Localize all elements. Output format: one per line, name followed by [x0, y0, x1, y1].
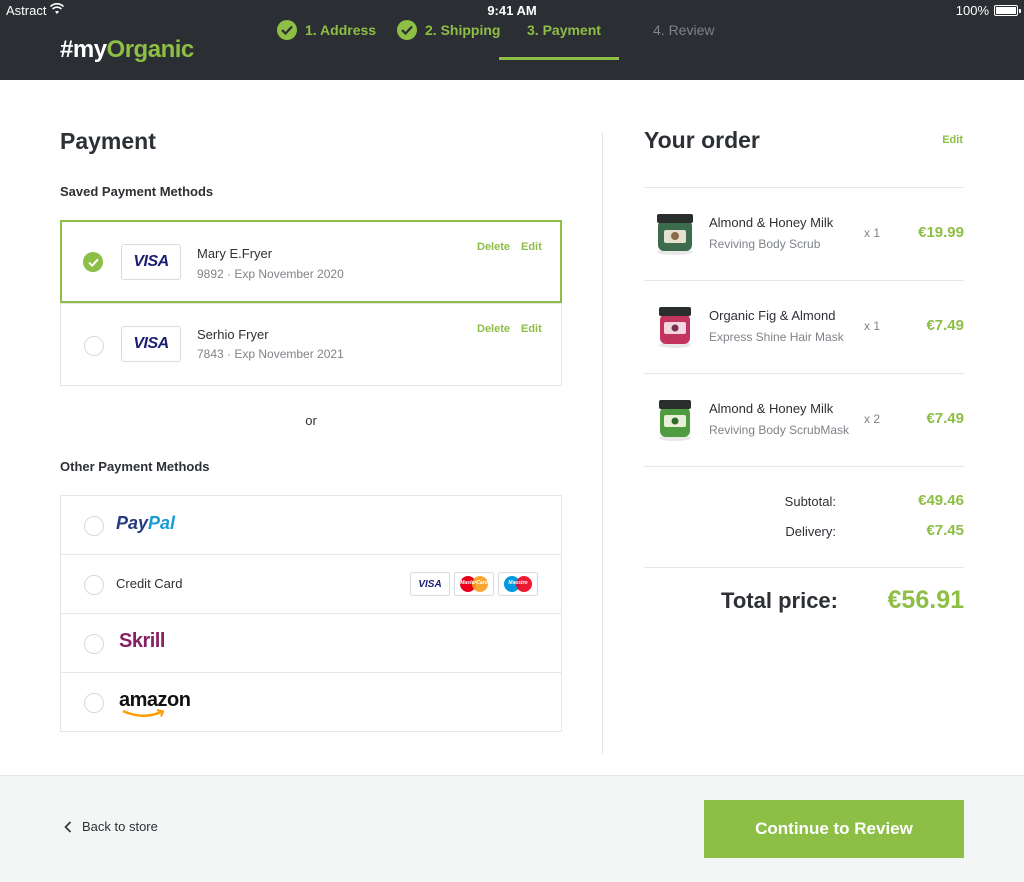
- product-jar-icon: [657, 214, 693, 255]
- method-amazon[interactable]: amazon: [61, 673, 561, 732]
- footer-bar: Back to store Continue to Review: [0, 775, 1024, 882]
- order-divider: [644, 567, 964, 568]
- edit-order-link[interactable]: Edit: [942, 134, 963, 146]
- item-description: Reviving Body ScrubMask: [709, 423, 850, 437]
- logo-accent: Organic: [106, 36, 195, 63]
- step-label: 4. Review: [653, 22, 715, 38]
- card-detail: 9892 · Exp November 2020: [197, 267, 344, 281]
- battery-percent: 100%: [955, 3, 989, 18]
- method-skrill[interactable]: Skrill: [61, 614, 561, 673]
- other-methods-list: PayPal Credit Card VISA MasterCard Maest…: [60, 495, 562, 732]
- active-step-indicator: [499, 57, 619, 60]
- card-holder-name: Mary E.Fryer: [197, 246, 273, 261]
- paypal-logo-part: Pay: [116, 513, 149, 533]
- item-name: Almond & Honey Milk: [709, 215, 834, 230]
- radio-checked[interactable]: [83, 252, 103, 272]
- radio-unchecked[interactable]: [84, 634, 104, 654]
- order-item: Almond & Honey Milk Reviving Body Scrub …: [644, 188, 964, 280]
- clock: 9:41 AM: [487, 3, 537, 18]
- order-title: Your order: [644, 127, 760, 153]
- visa-logo: VISA: [121, 326, 181, 362]
- total-price-label: Total price:: [721, 588, 838, 613]
- radio-unchecked[interactable]: [84, 693, 104, 713]
- top-bar: Astract 9:41 AM 100% #myOrganic 1. Addre…: [0, 0, 1024, 80]
- item-price: €7.49: [926, 317, 964, 334]
- column-divider: [602, 132, 603, 754]
- skrill-logo: Skrill: [119, 630, 165, 652]
- step-address[interactable]: 1. Address: [277, 20, 376, 40]
- item-name: Organic Fig & Almond: [709, 308, 836, 323]
- check-icon: [277, 20, 297, 40]
- visa-logo: VISA: [410, 572, 450, 596]
- saved-card-row[interactable]: VISA Serhio Fryer 7843 · Exp November 20…: [60, 303, 562, 386]
- logo-prefix: #my: [60, 36, 107, 63]
- card-detail: 7843 · Exp November 2021: [197, 347, 344, 361]
- check-icon: [397, 20, 417, 40]
- item-quantity: x 1: [864, 226, 881, 240]
- step-label: 2. Shipping: [425, 22, 501, 38]
- step-shipping[interactable]: 2. Shipping: [397, 20, 500, 40]
- or-separator: or: [305, 413, 317, 428]
- step-review[interactable]: 4. Review: [653, 20, 714, 40]
- method-credit-card[interactable]: Credit Card VISA MasterCard Maestro: [61, 555, 561, 614]
- check-icon: [87, 258, 99, 267]
- back-to-store-link[interactable]: Back to store: [64, 819, 158, 834]
- paypal-logo: PayPal: [116, 513, 175, 534]
- other-methods-heading: Other Payment Methods: [60, 459, 210, 474]
- delete-card-link[interactable]: Delete: [477, 241, 510, 253]
- order-divider: [644, 466, 964, 467]
- continue-to-review-button[interactable]: Continue to Review: [704, 800, 964, 858]
- radio-unchecked[interactable]: [84, 336, 104, 356]
- product-jar-icon: [659, 307, 691, 348]
- step-label: 3. Payment: [527, 22, 601, 38]
- maestro-logo: Maestro: [498, 572, 538, 596]
- item-quantity: x 2: [864, 412, 881, 426]
- order-item: Organic Fig & Almond Express Shine Hair …: [644, 281, 964, 373]
- logo[interactable]: #myOrganic: [60, 36, 194, 64]
- saved-methods-heading: Saved Payment Methods: [60, 184, 214, 199]
- mastercard-logo-text: MasterCard: [460, 580, 488, 586]
- chevron-left-icon: [64, 820, 72, 833]
- item-quantity: x 1: [864, 319, 881, 333]
- payment-title: Payment: [60, 128, 156, 154]
- maestro-logo-text: Maestro: [508, 580, 528, 586]
- delivery-label: Delivery:: [785, 524, 836, 539]
- subtotal-value: €49.46: [918, 492, 964, 509]
- delivery-value: €7.45: [926, 522, 964, 539]
- paypal-logo-part: Pal: [148, 513, 176, 533]
- item-description: Reviving Body Scrub: [709, 237, 821, 251]
- step-label: 1. Address: [305, 22, 377, 38]
- item-description: Express Shine Hair Mask: [709, 330, 844, 344]
- item-price: €7.49: [926, 410, 964, 427]
- status-bar: Astract 9:41 AM 100%: [0, 0, 1024, 20]
- card-holder-name: Serhio Fryer: [197, 327, 269, 342]
- back-to-store-label: Back to store: [82, 819, 158, 834]
- card-brand-logos: VISA MasterCard Maestro: [410, 572, 538, 596]
- amazon-smile-icon: [122, 709, 165, 717]
- step-payment[interactable]: 3. Payment: [527, 20, 601, 40]
- radio-unchecked[interactable]: [84, 575, 104, 595]
- visa-logo: VISA: [121, 244, 181, 280]
- saved-card-row[interactable]: VISA Mary E.Fryer 9892 · Exp November 20…: [60, 220, 562, 303]
- edit-card-link[interactable]: Edit: [521, 241, 542, 253]
- credit-card-label: Credit Card: [116, 576, 183, 591]
- order-item: Almond & Honey Milk Reviving Body ScrubM…: [644, 374, 964, 466]
- total-price-value: €56.91: [887, 586, 964, 614]
- item-price: €19.99: [918, 224, 964, 241]
- edit-card-link[interactable]: Edit: [521, 323, 542, 335]
- subtotal-label: Subtotal:: [784, 494, 836, 509]
- mastercard-logo: MasterCard: [454, 572, 494, 596]
- method-paypal[interactable]: PayPal: [61, 496, 561, 555]
- product-jar-icon: [659, 400, 691, 441]
- item-name: Almond & Honey Milk: [709, 401, 834, 416]
- radio-unchecked[interactable]: [84, 516, 104, 536]
- battery-icon: [994, 5, 1021, 16]
- delete-card-link[interactable]: Delete: [477, 323, 510, 335]
